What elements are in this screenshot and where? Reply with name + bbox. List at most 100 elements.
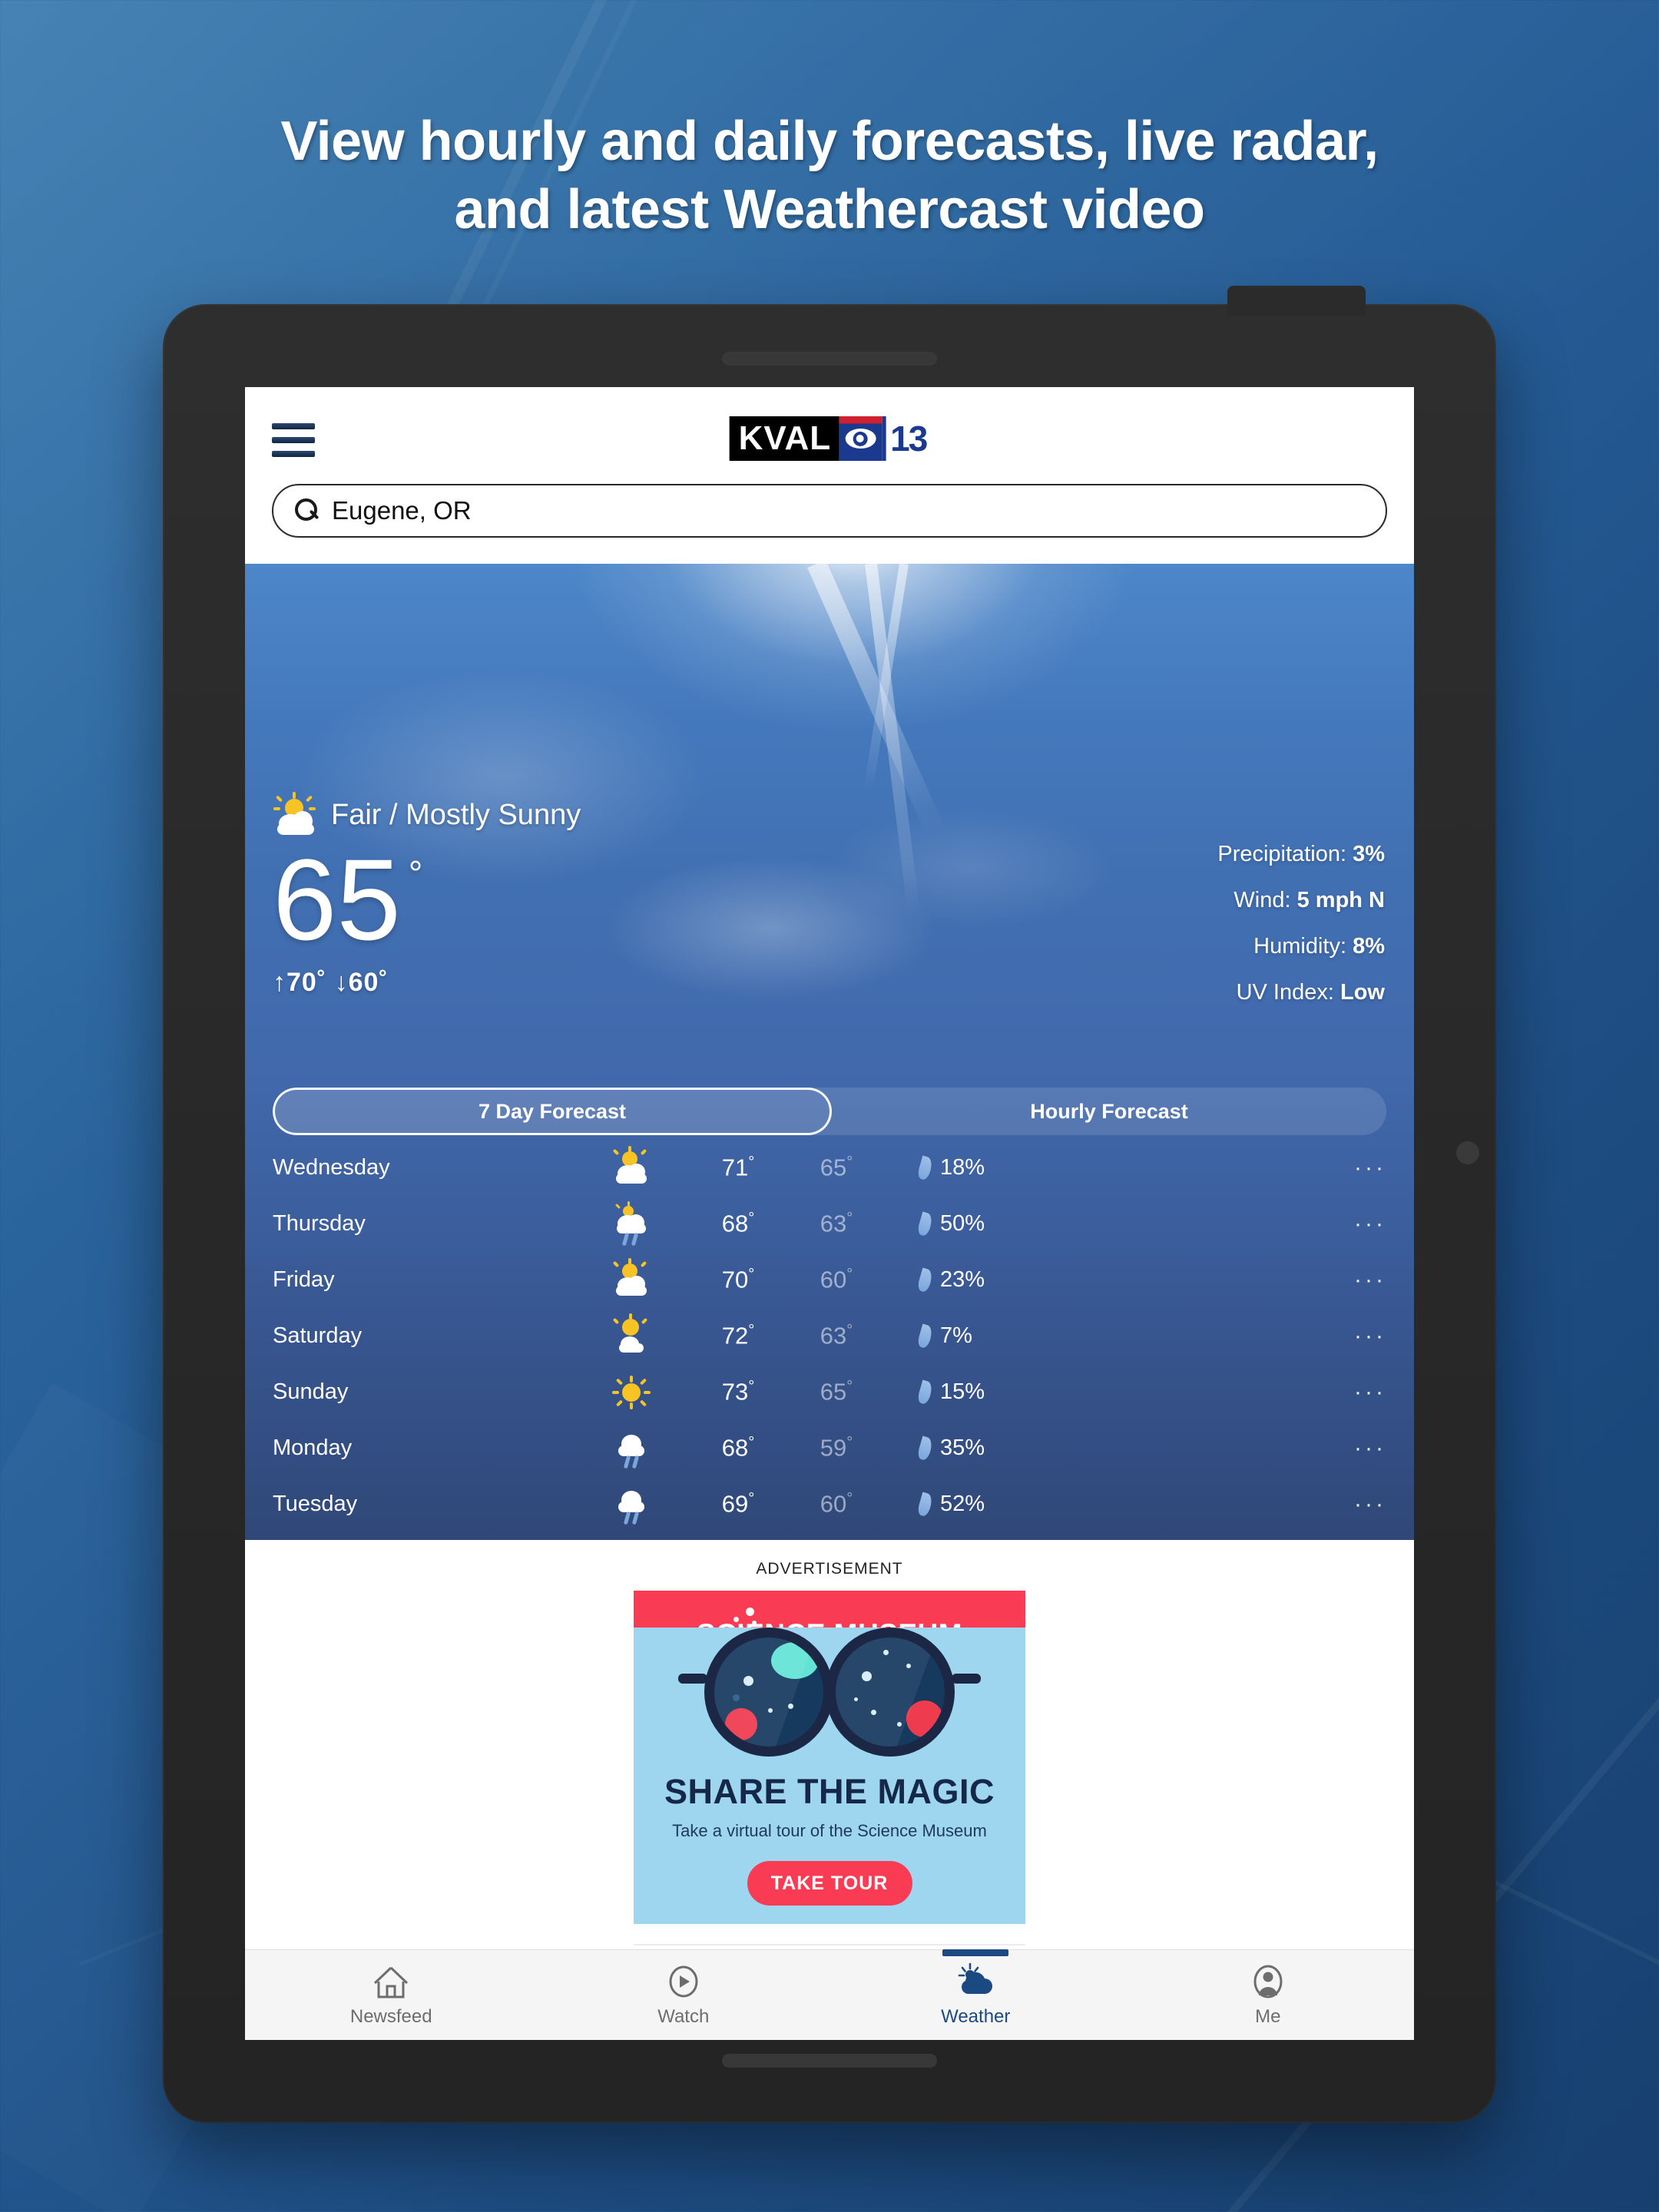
sun-behind-cloud-icon (574, 1145, 689, 1187)
raindrop-icon (916, 1155, 934, 1181)
glasses-lens-left (704, 1628, 833, 1757)
cbs-eye-icon (839, 416, 882, 461)
rain-cloud-icon (574, 1430, 689, 1469)
row-overflow-menu[interactable]: ··· (1070, 1379, 1386, 1406)
tab-7-day-forecast[interactable]: 7 Day Forecast (273, 1088, 832, 1135)
forecast-day: Thursday (273, 1211, 366, 1236)
forecast-day: Monday (273, 1435, 353, 1460)
temperature-value: 65 (273, 835, 401, 964)
hamburger-bar (272, 437, 315, 443)
forecast-low: 65° (820, 1378, 853, 1406)
current-stats-list: Precipitation: 3% Wind: 5 mph N Humidity… (1217, 831, 1385, 1015)
table-row[interactable]: Thursday 68° 63° 50% ··· (245, 1196, 1414, 1252)
kval-logo[interactable]: KVAL 13 (729, 416, 930, 461)
device-top-tab (1227, 286, 1366, 316)
forecast-high: 68° (721, 1210, 755, 1237)
hamburger-bar (272, 423, 315, 429)
row-overflow-menu[interactable]: ··· (1070, 1323, 1386, 1349)
nav-label: Newsfeed (349, 2005, 432, 2027)
current-condition-row: Fair / Mostly Sunny (273, 792, 581, 836)
advertisement-label: ADVERTISEMENT (756, 1560, 903, 1578)
table-row[interactable]: Friday 70° 60° 23% ··· (245, 1252, 1414, 1308)
row-overflow-menu[interactable]: ··· (1070, 1155, 1386, 1181)
ad-subhead: Take a virtual tour of the Science Museu… (672, 1821, 987, 1840)
forecast-low: 63° (820, 1210, 853, 1237)
stat-wind: Wind: 5 mph N (1217, 877, 1385, 923)
forecast-high: 71° (721, 1154, 755, 1181)
take-tour-button[interactable]: TAKE TOUR (747, 1861, 912, 1906)
forecast-precipitation: 52% (886, 1492, 1070, 1517)
forecast-low: 65° (820, 1154, 853, 1181)
row-overflow-menu[interactable]: ··· (1070, 1211, 1386, 1237)
nav-item-newsfeed[interactable]: Newsfeed (245, 1963, 538, 2028)
nav-label: Weather (941, 2005, 1011, 2027)
forecast-day: Sunday (273, 1379, 349, 1404)
table-row[interactable]: Tuesday 69° 60° 52% ··· (245, 1476, 1414, 1532)
nav-label: Watch (657, 2005, 710, 2027)
device-speaker-bottom (722, 2054, 937, 2068)
stat-label: UV Index: (1236, 980, 1334, 1005)
raindrop-icon (916, 1267, 934, 1293)
bottom-navigation-bar: Newsfeed Watch Weather Me (245, 1949, 1414, 2040)
forecast-precipitation: 35% (886, 1435, 1070, 1461)
current-temperature-block: 65 ° ↑70˚ ↓60˚ (273, 835, 422, 998)
promo-line-2: and latest Weathercast video (454, 179, 1205, 241)
forecast-precipitation: 15% (886, 1379, 1070, 1405)
row-overflow-menu[interactable]: ··· (1070, 1492, 1386, 1518)
precip-value: 15% (940, 1379, 985, 1404)
current-temperature: 65 ° (273, 835, 422, 964)
precip-value: 23% (940, 1267, 985, 1292)
forecast-day: Tuesday (273, 1492, 358, 1516)
glasses-lens-right (826, 1628, 955, 1757)
raindrop-icon (916, 1323, 934, 1349)
search-bar-container: Eugene, OR (272, 484, 1387, 538)
table-row[interactable]: Sunday 73° 65° 15% ··· (245, 1364, 1414, 1420)
sun-behind-cloud-icon (273, 792, 319, 836)
hamburger-menu-icon[interactable] (272, 423, 315, 457)
device-camera-dot (1456, 1141, 1479, 1164)
app-header: KVAL 13 Eugene, OR (245, 387, 1414, 564)
nav-item-me[interactable]: Me (1122, 1963, 1415, 2028)
play-circle-icon (664, 1963, 704, 2000)
forecast-day: Wednesday (273, 1155, 390, 1180)
tab-hourly-forecast[interactable]: Hourly Forecast (832, 1088, 1386, 1135)
table-row[interactable]: Wednesday 71° 65° 18% ··· (245, 1140, 1414, 1196)
forecast-precipitation: 50% (886, 1211, 1070, 1237)
forecast-low: 60° (820, 1490, 853, 1518)
search-value: Eugene, OR (332, 496, 472, 525)
raindrop-icon (916, 1211, 934, 1237)
table-row[interactable]: Monday 68° 59° 35% ··· (245, 1420, 1414, 1476)
precip-value: 35% (940, 1435, 985, 1460)
high-low-temps: ↑70˚ ↓60˚ (273, 967, 389, 997)
app-screen: KVAL 13 Eugene, OR Fair / Mostly Sunny 6… (245, 387, 1414, 2040)
forecast-day: Saturday (273, 1323, 363, 1348)
forecast-panel: 7 Day Forecast Hourly Forecast Wednesday (245, 1071, 1414, 1540)
forecast-high: 73° (721, 1378, 755, 1406)
table-row[interactable]: Saturday 72° 63° 7% ··· (245, 1308, 1414, 1364)
current-weather-hero: Fair / Mostly Sunny 65 ° ↑70˚ ↓60˚ Preci… (245, 564, 1414, 1071)
forecast-day: Friday (273, 1267, 335, 1292)
nav-item-watch[interactable]: Watch (538, 1963, 830, 2028)
forecast-high: 72° (721, 1322, 755, 1349)
glasses-temple (952, 1674, 981, 1684)
forecast-precipitation: 23% (886, 1267, 1070, 1293)
stat-humidity: Humidity: 8% (1217, 923, 1385, 969)
row-overflow-menu[interactable]: ··· (1070, 1267, 1386, 1293)
precip-value: 52% (940, 1492, 985, 1516)
precip-value: 50% (940, 1211, 985, 1236)
sun-icon (574, 1374, 689, 1411)
advertisement-banner[interactable]: SCIENCE MUSEUM (634, 1591, 1025, 1924)
logo-channel-number: 13 (882, 416, 930, 461)
rain-cloud-sun-icon (574, 1200, 689, 1246)
stat-uv-index: UV Index: Low (1217, 969, 1385, 1015)
forecast-precipitation: 18% (886, 1155, 1070, 1181)
forecast-low: 60° (820, 1266, 853, 1293)
sun-cloud-icon (955, 1962, 995, 2000)
stat-label: Precipitation: (1217, 842, 1347, 866)
location-search-input[interactable]: Eugene, OR (272, 484, 1387, 538)
nav-item-weather[interactable]: Weather (830, 1949, 1122, 2028)
search-icon (293, 498, 320, 524)
row-overflow-menu[interactable]: ··· (1070, 1435, 1386, 1462)
raindrop-icon (916, 1435, 934, 1461)
raindrop-icon (916, 1492, 934, 1517)
